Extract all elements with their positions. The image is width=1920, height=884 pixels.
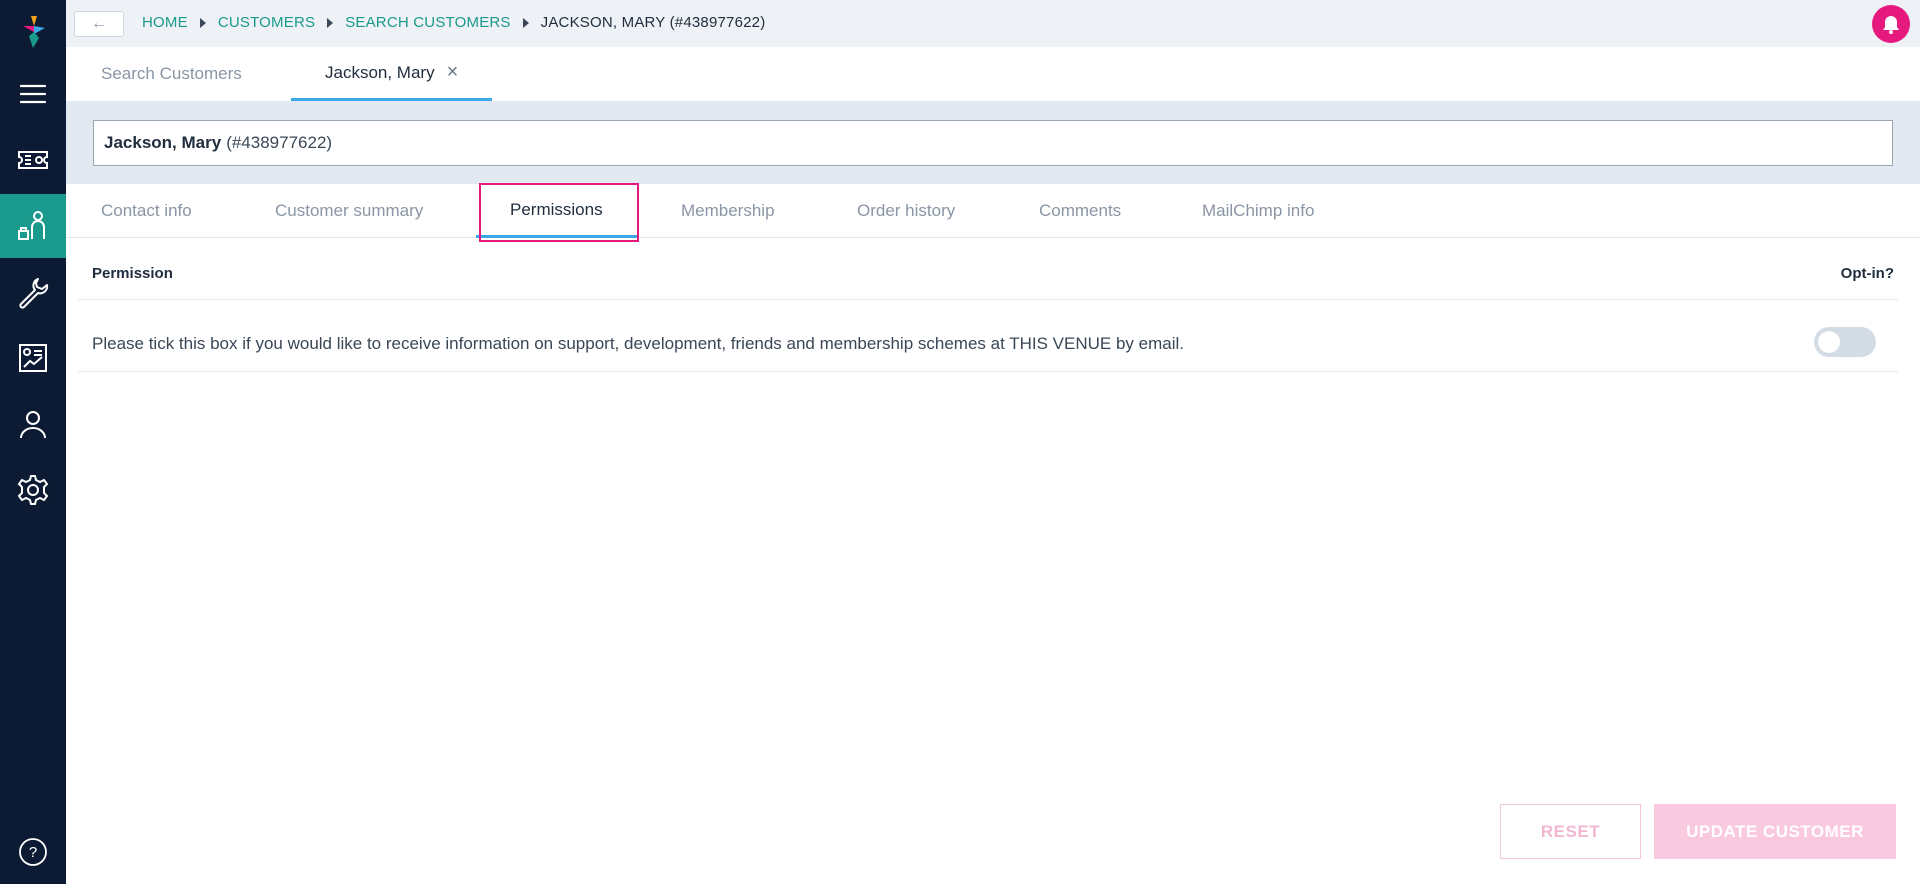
breadcrumb-search-customers[interactable]: SEARCH CUSTOMERS [345, 14, 510, 31]
tab-mailchimp-info[interactable]: MailChimp info [1202, 184, 1314, 238]
breadcrumb-separator-icon [199, 17, 206, 28]
selection-highlight [479, 183, 639, 242]
tab-search-customers[interactable]: Search Customers [101, 47, 242, 101]
breadcrumb-separator-icon [327, 17, 334, 28]
permissions-table-header: Permission Opt-in? [78, 238, 1898, 300]
report-icon[interactable] [0, 326, 66, 390]
breadcrumb-customers[interactable]: CUSTOMERS [218, 14, 315, 31]
permission-text: Please tick this box if you would like t… [92, 334, 1184, 353]
ticket-icon[interactable] [0, 128, 66, 192]
tab-label: Search Customers [101, 64, 242, 83]
customer-icon[interactable] [0, 194, 66, 258]
customer-name-field[interactable]: Jackson, Mary (#438977622) [93, 120, 1893, 166]
tab-customer-summary[interactable]: Customer summary [275, 184, 423, 238]
close-icon[interactable]: × [447, 61, 459, 84]
header-opt-in: Opt-in? [1840, 265, 1894, 282]
app-logo[interactable] [17, 14, 49, 50]
page-tabs: Search Customers Jackson, Mary × [66, 47, 1920, 101]
tab-contact-info[interactable]: Contact info [101, 184, 192, 238]
breadcrumb: HOME CUSTOMERS SEARCH CUSTOMERS JACKSON,… [142, 14, 765, 31]
customer-id: (#438977622) [226, 133, 333, 152]
back-button[interactable]: ← [74, 11, 124, 37]
help-icon[interactable]: ? [0, 820, 66, 884]
customer-header: Jackson, Mary (#438977622) [66, 101, 1920, 184]
customer-name: Jackson, Mary [104, 133, 222, 152]
reset-button[interactable]: RESET [1500, 804, 1641, 859]
breadcrumb-current: JACKSON, MARY (#438977622) [540, 14, 766, 31]
tab-order-history[interactable]: Order history [857, 184, 955, 238]
gear-icon[interactable] [0, 458, 66, 522]
tab-membership[interactable]: Membership [681, 184, 775, 238]
tab-comments[interactable]: Comments [1039, 184, 1121, 238]
tab-jackson-mary[interactable]: Jackson, Mary × [291, 47, 493, 101]
table-row: Please tick this box if you would like t… [78, 300, 1898, 372]
tab-label: Jackson, Mary [325, 62, 435, 82]
breadcrumb-home[interactable]: HOME [142, 14, 188, 31]
sidebar: ? [0, 0, 66, 884]
header-permission: Permission [92, 265, 173, 282]
update-customer-button[interactable]: UPDATE CUSTOMER [1654, 804, 1896, 859]
opt-in-toggle[interactable] [1814, 327, 1876, 357]
notification-bell-icon[interactable] [1872, 5, 1910, 43]
menu-icon[interactable] [0, 62, 66, 126]
user-icon[interactable] [0, 392, 66, 456]
toggle-knob [1818, 331, 1840, 353]
customer-sub-tabs: Contact info Customer summary Permission… [66, 184, 1920, 238]
wrench-icon[interactable] [0, 260, 66, 324]
svg-text:?: ? [29, 844, 37, 861]
breadcrumb-separator-icon [522, 17, 529, 28]
top-bar: ← HOME CUSTOMERS SEARCH CUSTOMERS JACKSO… [66, 0, 1920, 47]
